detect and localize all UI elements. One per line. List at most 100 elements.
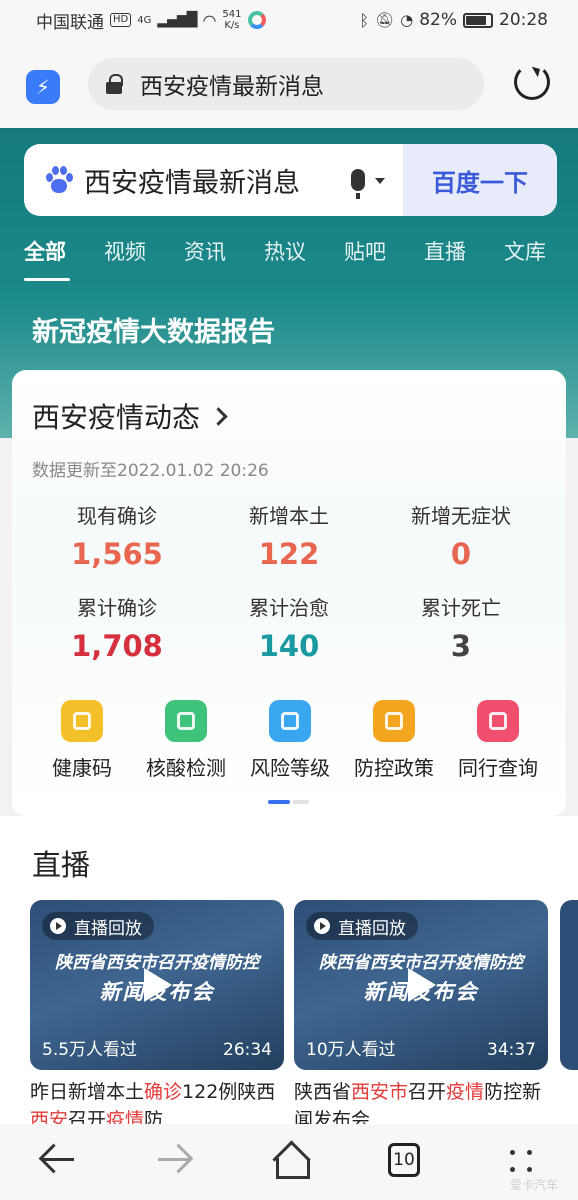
speedometer-icon: ◔ [400, 11, 414, 29]
stat-label: 累计治愈 [249, 596, 329, 620]
update-time: 数据更新至2022.01.02 20:26 [32, 461, 269, 481]
live-title: 直播 [32, 848, 91, 882]
search-button[interactable]: 百度一下 [403, 144, 557, 216]
caption-highlight: 疫情 [446, 1081, 485, 1103]
reload-icon[interactable] [514, 64, 550, 100]
url-field[interactable]: 西安疫情最新消息 [88, 58, 484, 110]
video-card-peek[interactable] [560, 900, 578, 1070]
clock: 20:28 [499, 10, 548, 30]
url-text: 西安疫情最新消息 [140, 74, 324, 100]
stat-label: 累计死亡 [421, 596, 501, 620]
service-flask[interactable]: 核酸检测 [134, 700, 238, 781]
battery-icon [463, 12, 493, 28]
baidu-paw-icon [44, 165, 74, 195]
battery-fill [466, 15, 486, 25]
network-speed: 541 K/s [222, 9, 241, 31]
stat-item: 新增本土 122 [204, 500, 374, 571]
page-dot [293, 800, 309, 804]
caption-text: 召开 [408, 1081, 447, 1103]
stat-item: 累计死亡 3 [376, 592, 546, 663]
video-duration: 34:37 [487, 1040, 536, 1060]
carousel-indicator [268, 800, 309, 804]
caption-highlight: 确诊 [144, 1081, 183, 1103]
search-box: 西安疫情最新消息 百度一下 [24, 144, 557, 216]
wifi-icon: ◠ [202, 10, 217, 30]
epidemic-card: 西安疫情动态 数据更新至2022.01.02 20:26 现有确诊 1,565 新增… [12, 370, 566, 816]
back-arrow-icon[interactable] [38, 1140, 78, 1180]
stat-label: 现有确诊 [77, 504, 157, 528]
status-bar: 中国联通 HD 4G ▂▄▆█ ◠ 541 K/s ᛒ 🔕︎ ◔ 82% 20:… [0, 0, 578, 40]
card-title-link[interactable]: 西安疫情动态 [32, 396, 228, 436]
service-label: 风险等级 [250, 756, 330, 780]
replay-label: 直播回放 [338, 918, 406, 939]
service-siren[interactable]: 风险等级 [238, 700, 342, 781]
book-icon [373, 700, 415, 742]
tab-item[interactable]: 全部 [24, 232, 104, 282]
speed-value: 541 [222, 9, 242, 20]
video-card[interactable]: 直播回放 陕西省西安市召开疫情防控 新闻发布会 5.5万人看过 26:34 [30, 900, 284, 1070]
browser-logo-icon[interactable]: ⚡ [26, 70, 60, 104]
video-card[interactable]: 直播回放 陕西省西安市召开疫情防控 新闻发布会 10万人看过 34:37 [294, 900, 548, 1070]
siren-icon [269, 700, 311, 742]
caption-text: 122例 [182, 1081, 238, 1103]
service-qr-heart[interactable]: 健康码 [30, 700, 134, 781]
stat-item: 现有确诊 1,565 [32, 500, 202, 571]
stat-label: 新增无症状 [411, 504, 511, 528]
chevron-down-icon[interactable] [375, 177, 385, 189]
qr-heart-icon [61, 700, 103, 742]
stat-value: 3 [450, 629, 472, 663]
mute-icon: 🔕︎ [375, 11, 395, 29]
speed-unit: K/s [224, 20, 240, 31]
network-type: 4G [137, 14, 152, 26]
forward-arrow-icon[interactable] [154, 1140, 194, 1180]
search-tabs: 全部 视频 资讯 热议 贴吧 直播 文库 [24, 232, 578, 282]
microphone-icon[interactable] [351, 169, 365, 199]
watermark: 爱卡汽车 [510, 1178, 559, 1192]
app-notification-icon [247, 11, 266, 29]
play-small-icon [50, 918, 66, 934]
battery-percent: 82% [419, 10, 457, 30]
replay-badge: 直播回放 [306, 912, 418, 940]
search-input[interactable]: 西安疫情最新消息 [84, 161, 351, 200]
bluetooth-icon: ᛒ [359, 10, 370, 30]
tab-item[interactable]: 贴吧 [344, 232, 424, 282]
chevron-right-icon [209, 406, 228, 426]
play-icon[interactable] [404, 968, 438, 1002]
play-icon[interactable] [140, 968, 174, 1002]
card-title: 西安疫情动态 [32, 401, 201, 434]
caption-text: 陕西 [237, 1081, 276, 1103]
stat-value: 140 [258, 629, 320, 663]
stat-item: 累计治愈 140 [204, 592, 374, 663]
stat-value: 1,708 [71, 629, 163, 663]
hd-badge: HD [110, 13, 132, 27]
caption-text: 昨日新增本土 [30, 1081, 145, 1103]
service-person[interactable]: 同行查询 [446, 700, 550, 781]
replay-label: 直播回放 [74, 918, 142, 939]
stat-value: 122 [258, 537, 320, 571]
tab-count-button[interactable]: 10 [388, 1143, 420, 1177]
tab-item[interactable]: 文库 [504, 232, 578, 282]
home-icon[interactable] [270, 1140, 310, 1180]
tab-item[interactable]: 热议 [264, 232, 344, 282]
caption-highlight: 西安市 [351, 1081, 409, 1103]
menu-dots-icon[interactable] [506, 1146, 536, 1176]
view-count: 5.5万人看过 [42, 1040, 138, 1060]
tab-item[interactable]: 直播 [424, 232, 504, 282]
stat-value: 0 [450, 537, 472, 571]
carrier-label: 中国联通 [36, 12, 104, 33]
status-bar-left: 中国联通 HD 4G ▂▄▆█ ◠ 541 K/s [36, 8, 266, 33]
tab-item[interactable]: 资讯 [184, 232, 264, 282]
service-label: 健康码 [52, 756, 112, 780]
stat-label: 累计确诊 [77, 596, 157, 620]
video-duration: 26:34 [223, 1040, 272, 1060]
lock-icon [106, 74, 123, 94]
tab-item[interactable]: 视频 [104, 232, 184, 282]
play-small-icon [314, 918, 330, 934]
page-dot-active [268, 800, 290, 804]
stat-label: 新增本土 [249, 504, 329, 528]
service-label: 防控政策 [354, 756, 434, 780]
service-book[interactable]: 防控政策 [342, 700, 446, 781]
view-count: 10万人看过 [306, 1040, 396, 1060]
flask-icon [165, 700, 207, 742]
stat-item: 新增无症状 0 [376, 500, 546, 571]
